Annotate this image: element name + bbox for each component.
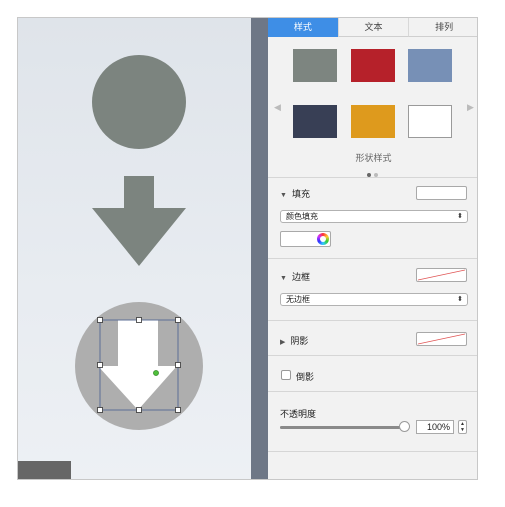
tab-text[interactable]: 文本: [337, 18, 409, 37]
shape-style-swatch[interactable]: [408, 49, 452, 82]
panel-divider[interactable]: [251, 18, 268, 479]
opacity-slider-track[interactable]: [280, 426, 404, 429]
border-color-well[interactable]: [416, 268, 467, 282]
resize-handle-top-middle[interactable]: [136, 317, 142, 323]
reflection-checkbox[interactable]: [281, 370, 291, 380]
opacity-value-field[interactable]: 100%: [416, 420, 454, 434]
shape-style-swatch[interactable]: [351, 49, 395, 82]
border-type-value: 无边框: [286, 295, 310, 304]
resize-handle-top-right[interactable]: [175, 317, 181, 323]
resize-handle-bottom-right[interactable]: [175, 407, 181, 413]
disclosure-down-icon[interactable]: ▼: [280, 275, 287, 282]
canvas-shapes: [75, 55, 203, 430]
section-divider: [268, 451, 477, 452]
opacity-label: 不透明度: [280, 409, 317, 419]
shape-control-point[interactable]: [153, 370, 159, 376]
no-color-slash-icon: [417, 269, 466, 281]
chevron-right-icon[interactable]: ▶: [467, 102, 474, 113]
resize-handle-bottom-middle[interactable]: [136, 407, 142, 413]
shadow-color-well[interactable]: [416, 332, 467, 346]
app-window: 样式 文本 排列 ◀ ▶ 形状样式 ▼ 填充 颜色填充 ⬍ ▼ 边框 无边框 ⬍…: [17, 17, 478, 480]
section-divider: [268, 391, 477, 392]
section-divider: [268, 355, 477, 356]
border-label: 边框: [291, 272, 310, 282]
shape-style-swatch[interactable]: [351, 105, 395, 138]
document-canvas[interactable]: [18, 18, 251, 479]
opacity-stepper[interactable]: ▲ ▼: [458, 420, 467, 434]
fill-section-header[interactable]: ▼ 填充: [280, 187, 310, 200]
tab-arrange[interactable]: 排列: [408, 18, 477, 37]
section-divider: [268, 320, 477, 321]
border-type-select[interactable]: 无边框 ⬍: [280, 293, 468, 306]
shadow-section-header[interactable]: ▶ 阴影: [280, 334, 308, 347]
disclosure-down-icon[interactable]: ▼: [280, 192, 287, 199]
section-divider: [268, 258, 477, 259]
shape-style-swatch[interactable]: [408, 105, 452, 138]
canvas-bottom-bar: [18, 461, 71, 479]
color-wheel-center: [320, 236, 326, 242]
resize-handle-bottom-left[interactable]: [97, 407, 103, 413]
border-section-header[interactable]: ▼ 边框: [280, 270, 310, 283]
fill-type-value: 颜色填充: [286, 212, 318, 221]
chevron-left-icon[interactable]: ◀: [274, 102, 281, 113]
shape-style-swatch[interactable]: [293, 49, 337, 82]
resize-handle-top-left[interactable]: [97, 317, 103, 323]
section-divider: [268, 177, 477, 178]
fill-type-select[interactable]: 颜色填充 ⬍: [280, 210, 468, 223]
page-indicator[interactable]: [367, 164, 381, 182]
opacity-slider-fill: [280, 426, 404, 429]
shadow-label: 阴影: [290, 336, 309, 346]
fill-label: 填充: [291, 189, 310, 199]
format-inspector: 样式 文本 排列 ◀ ▶ 形状样式 ▼ 填充 颜色填充 ⬍ ▼ 边框 无边框 ⬍…: [268, 18, 477, 479]
shape-styles-caption: 形状样式: [355, 153, 392, 163]
tab-style[interactable]: 样式: [268, 18, 338, 37]
resize-handle-middle-left[interactable]: [97, 362, 103, 368]
gray-down-arrow-shape[interactable]: [92, 176, 186, 266]
select-chevron-icon: ⬍: [457, 296, 463, 303]
no-color-slash-icon: [417, 333, 466, 345]
select-chevron-icon: ⬍: [457, 213, 463, 220]
opacity-slider-knob[interactable]: [398, 421, 410, 432]
inspector-tabs: 样式 文本 排列: [268, 18, 477, 37]
resize-handle-middle-right[interactable]: [175, 362, 181, 368]
fill-color-picker[interactable]: [280, 231, 331, 247]
disclosure-right-icon[interactable]: ▶: [280, 339, 285, 346]
shape-style-swatch[interactable]: [293, 105, 337, 138]
fill-color-well[interactable]: [416, 186, 467, 200]
reflection-label: 倒影: [296, 372, 315, 382]
gray-circle-shape[interactable]: [92, 55, 186, 149]
